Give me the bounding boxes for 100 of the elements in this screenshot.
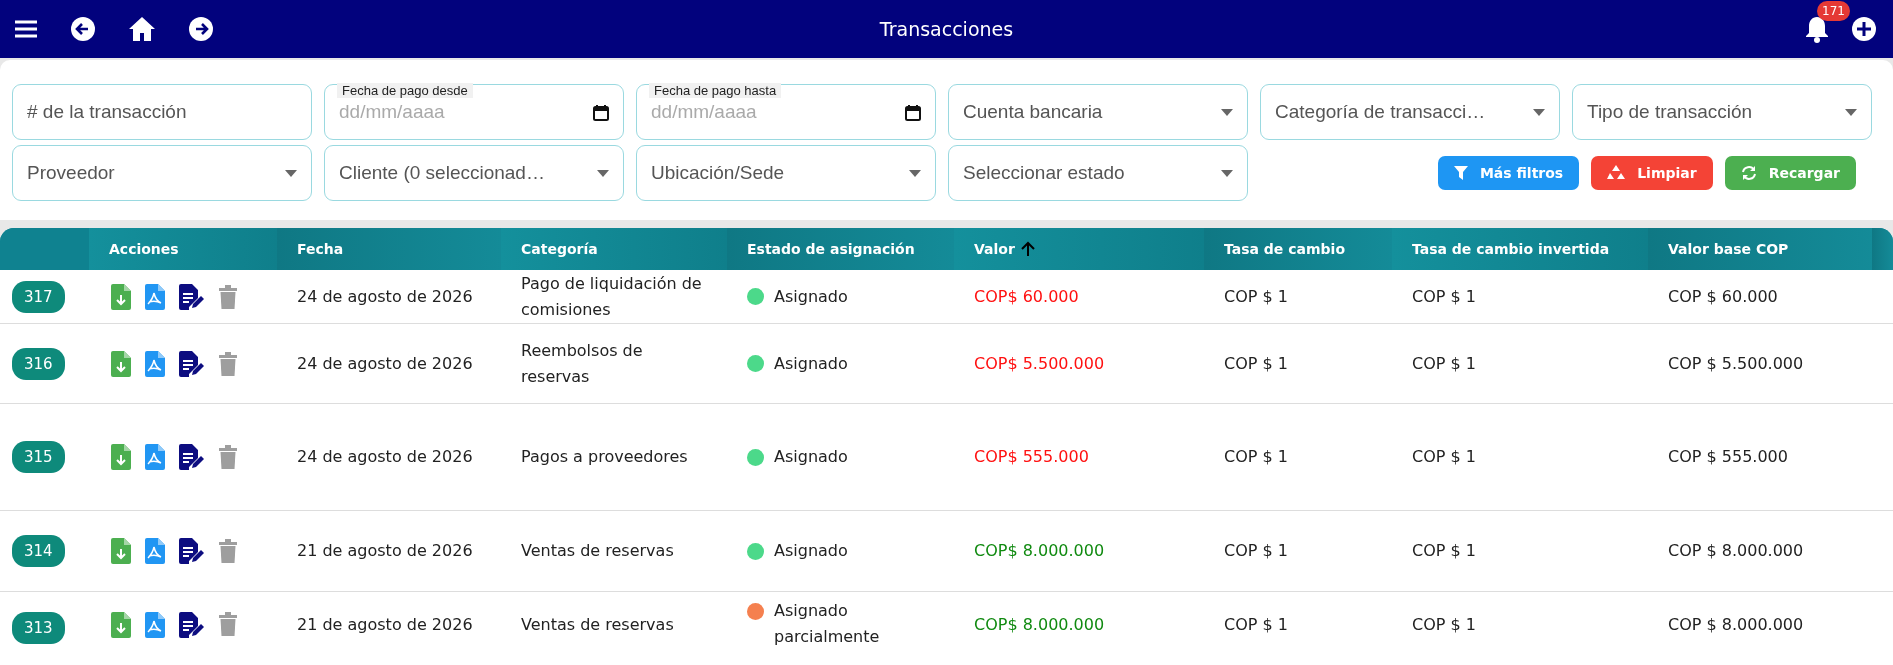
exchange-rate-cell-text: COP $ 1 bbox=[1223, 285, 1289, 308]
date-cell-text: 21 de agosto de 2026 bbox=[296, 540, 474, 563]
file-download-icon[interactable] bbox=[111, 612, 131, 638]
dropdown-field[interactable]: Tipo de transacción bbox=[1572, 84, 1872, 140]
status-text: Asignado bbox=[774, 446, 849, 469]
exchange-rate-cell-text: COP $ 1 bbox=[1223, 446, 1289, 469]
id-badge[interactable]: 314 bbox=[12, 535, 65, 567]
filter-button[interactable]: Más filtros bbox=[1437, 156, 1580, 190]
status-text: Asignado bbox=[774, 352, 849, 375]
base-amount-cell-text: COP $ 8.000.000 bbox=[1667, 614, 1805, 636]
dropdown-field[interactable]: Cuenta bancaria bbox=[948, 84, 1248, 140]
dropdown-caret-icon bbox=[597, 169, 609, 177]
forward-icon[interactable] bbox=[188, 16, 214, 42]
base-amount-cell-text: COP $ 8.000.000 bbox=[1667, 540, 1805, 563]
inverted-rate-cell-text: COP $ 1 bbox=[1411, 352, 1477, 375]
dropdown-caret-icon bbox=[1533, 108, 1545, 116]
trash-icon[interactable] bbox=[219, 284, 237, 309]
column-header[interactable]: Valor bbox=[954, 228, 1204, 270]
bell-icon[interactable] bbox=[1805, 15, 1829, 43]
calendar-icon[interactable] bbox=[905, 103, 921, 121]
column-header[interactable]: Acciones bbox=[89, 228, 277, 270]
category-cell-text: Ventas de reservas bbox=[520, 540, 675, 563]
dropdown-field[interactable]: Proveedor bbox=[12, 145, 312, 201]
base-amount-cell-text: COP $ 555.000 bbox=[1667, 446, 1789, 469]
reload-button[interactable]: Recargar bbox=[1724, 156, 1856, 190]
column-header[interactable]: Tasa de cambio invertida bbox=[1392, 228, 1648, 270]
dropdown-field[interactable]: Cliente (0 seleccionad… bbox=[324, 145, 624, 201]
trash-icon[interactable] bbox=[219, 612, 237, 636]
amount-cell-text: COP$ 60.000 bbox=[973, 285, 1080, 308]
exchange-rate-cell-text: COP $ 1 bbox=[1223, 352, 1289, 375]
file-download-icon[interactable] bbox=[111, 444, 131, 470]
date-field[interactable]: Fecha de pago hasta dd/mm/aaaa bbox=[636, 84, 936, 140]
dropdown-field[interactable]: Seleccionar estado bbox=[948, 145, 1248, 201]
inverted-rate-cell-text: COP $ 1 bbox=[1411, 540, 1477, 563]
trash-icon[interactable] bbox=[219, 445, 237, 469]
inverted-rate-cell-text: COP $ 1 bbox=[1411, 285, 1477, 308]
edit-document-icon[interactable] bbox=[179, 444, 205, 470]
column-header[interactable]: Tasa de cambio bbox=[1204, 228, 1392, 270]
id-badge[interactable]: 316 bbox=[12, 347, 65, 380]
category-cell-text: Pago de liquidación de comisiones bbox=[520, 272, 703, 321]
file-download-icon[interactable] bbox=[111, 283, 131, 310]
inverted-rate-cell-text: COP $ 1 bbox=[1411, 614, 1477, 636]
column-header[interactable]: Categoría bbox=[501, 228, 727, 270]
pdf-file-icon[interactable] bbox=[145, 350, 165, 377]
id-badge[interactable]: 315 bbox=[12, 441, 65, 473]
file-download-icon[interactable] bbox=[111, 538, 131, 564]
trash-icon[interactable] bbox=[219, 539, 237, 563]
id-badge[interactable]: 317 bbox=[12, 280, 65, 313]
date-cell-text: 24 de agosto de 2026 bbox=[296, 446, 474, 469]
amount-cell-text: COP$ 5.500.000 bbox=[973, 352, 1106, 375]
date-cell-text: 21 de agosto de 2026 bbox=[296, 614, 474, 636]
dropdown-field[interactable]: Ubicación/Sede bbox=[636, 145, 936, 201]
menu-icon[interactable] bbox=[14, 19, 38, 39]
pdf-file-icon[interactable] bbox=[145, 612, 165, 638]
category-cell-text: Pagos a proveedores bbox=[520, 446, 689, 469]
amount-cell-text: COP$ 555.000 bbox=[973, 446, 1090, 469]
transaction-number-field[interactable]: # de la transacción bbox=[12, 84, 312, 140]
page-title: Transacciones bbox=[879, 18, 1014, 40]
column-header[interactable]: Estado de asignación bbox=[727, 228, 954, 270]
category-cell-text: Reembolsos de reservas bbox=[520, 339, 644, 388]
trash-icon[interactable] bbox=[219, 351, 237, 376]
pdf-file-icon[interactable] bbox=[145, 538, 165, 564]
pdf-file-icon[interactable] bbox=[145, 283, 165, 310]
clear-button[interactable]: Limpiar bbox=[1591, 156, 1713, 190]
sort-ascending-icon[interactable] bbox=[1020, 241, 1035, 257]
dropdown-caret-icon bbox=[1845, 108, 1857, 116]
id-badge[interactable]: 313 bbox=[12, 612, 65, 644]
refresh-icon bbox=[1740, 165, 1757, 181]
amount-cell-text: COP$ 8.000.000 bbox=[973, 540, 1106, 563]
column-header[interactable]: Fecha bbox=[277, 228, 501, 270]
funnel-icon bbox=[1453, 166, 1468, 180]
status-text: Asignado bbox=[774, 540, 849, 563]
dropdown-caret-icon bbox=[909, 169, 921, 177]
edit-document-icon[interactable] bbox=[179, 350, 205, 377]
base-amount-cell-text: COP $ 5.500.000 bbox=[1667, 352, 1805, 375]
dropdown-caret-icon bbox=[285, 169, 297, 177]
edit-document-icon[interactable] bbox=[179, 538, 205, 564]
edit-document-icon[interactable] bbox=[179, 612, 205, 638]
date-cell-text: 24 de agosto de 2026 bbox=[296, 352, 474, 375]
pdf-file-icon[interactable] bbox=[145, 444, 165, 470]
status-text: Asignado bbox=[774, 285, 849, 308]
calendar-icon[interactable] bbox=[593, 103, 609, 121]
notification-badge: 171 bbox=[1817, 1, 1850, 21]
status-text: Asignado parcialmente bbox=[774, 600, 881, 648]
date-field[interactable]: Fecha de pago desde dd/mm/aaaa bbox=[324, 84, 624, 140]
column-header[interactable]: Valor base COP bbox=[1648, 228, 1872, 270]
exchange-rate-cell-text: COP $ 1 bbox=[1223, 614, 1289, 636]
category-cell-text: Ventas de reservas bbox=[520, 614, 675, 636]
home-icon[interactable] bbox=[128, 16, 156, 42]
base-amount-cell-text: COP $ 60.000 bbox=[1667, 285, 1779, 308]
amount-cell-text: COP$ 8.000.000 bbox=[973, 614, 1106, 636]
edit-document-icon[interactable] bbox=[179, 283, 205, 310]
exchange-rate-cell-text: COP $ 1 bbox=[1223, 540, 1289, 563]
add-icon[interactable] bbox=[1851, 16, 1877, 42]
date-cell-text: 24 de agosto de 2026 bbox=[296, 285, 474, 308]
dropdown-caret-icon bbox=[1221, 169, 1233, 177]
back-icon[interactable] bbox=[70, 16, 96, 42]
dropdown-caret-icon bbox=[1221, 108, 1233, 116]
dropdown-field[interactable]: Categoría de transacci… bbox=[1260, 84, 1560, 140]
file-download-icon[interactable] bbox=[111, 350, 131, 377]
